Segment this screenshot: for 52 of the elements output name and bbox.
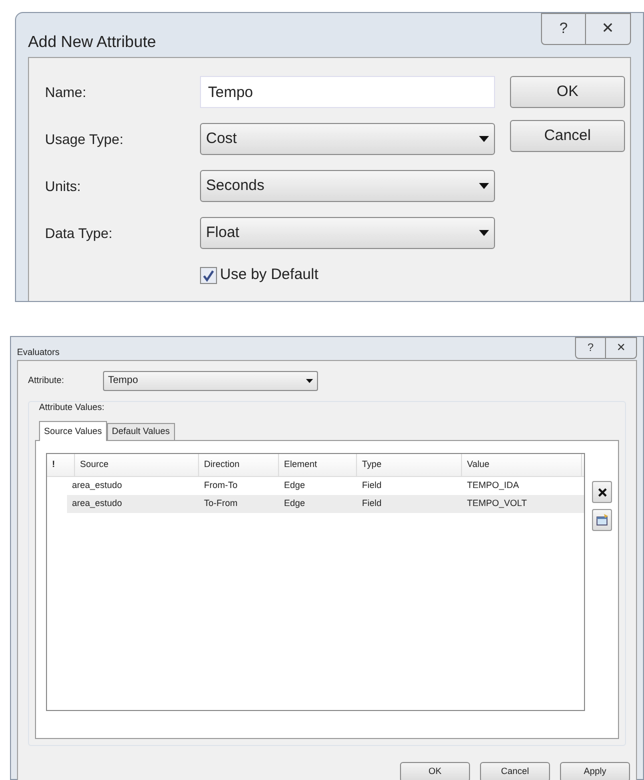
table-cell-text: From-To xyxy=(203,479,238,492)
caret-icon xyxy=(479,230,489,236)
table-cell-text: Field xyxy=(361,497,383,510)
table-cell-text: area_estudo xyxy=(71,497,124,510)
close-icon xyxy=(598,488,606,496)
delete-button[interactable] xyxy=(592,481,612,503)
ok-button[interactable]: OK xyxy=(400,762,470,780)
attribute-dropdown[interactable]: Tempo xyxy=(103,370,318,390)
dropdown[interactable]: Cost xyxy=(200,123,495,155)
column-header[interactable]: Element xyxy=(279,454,357,476)
field-label: Name: xyxy=(45,82,88,102)
table-cell-text: To-From xyxy=(203,497,238,510)
column-header[interactable]: Direction xyxy=(199,454,279,476)
name-field[interactable]: Tempo xyxy=(200,76,495,108)
group-label: Attribute Values: xyxy=(39,400,106,414)
cancel-button[interactable]: Cancel xyxy=(510,120,625,152)
cancel-button[interactable]: Cancel xyxy=(480,762,550,780)
caret-icon xyxy=(479,136,489,142)
table-cell-text: TEMPO_VOLT xyxy=(466,497,528,510)
tab[interactable]: Source Values xyxy=(39,421,107,441)
table-row[interactable]: area_estudo To-From Edge Field TEMPO_VOLT xyxy=(67,495,584,513)
close-button[interactable]: ✕ xyxy=(606,338,636,358)
table-cell-text: Edge xyxy=(283,479,306,492)
apply-button[interactable]: Apply xyxy=(560,762,630,780)
column-header[interactable]: ! xyxy=(47,454,75,476)
window-title: Add New Attribute xyxy=(28,33,156,53)
caret-icon xyxy=(306,378,313,382)
table-row[interactable]: area_estudo From-To Edge Field TEMPO_IDA xyxy=(47,477,584,495)
table-cell-text: area_estudo xyxy=(71,479,124,492)
table-cell-text: Field xyxy=(361,479,383,492)
window-title: Evaluators xyxy=(17,346,60,359)
checkbox[interactable] xyxy=(200,266,217,284)
column-header[interactable]: Source xyxy=(75,454,199,476)
dropdown[interactable]: Seconds xyxy=(200,170,495,202)
column-header[interactable]: Type xyxy=(357,454,462,476)
column-header[interactable]: Value xyxy=(462,454,582,476)
dropdown[interactable]: Float xyxy=(200,217,495,249)
field-label: Data Type: xyxy=(45,224,114,243)
window-icon xyxy=(596,514,608,526)
help-button[interactable]: ? xyxy=(542,14,586,44)
attribute-label: Attribute: xyxy=(28,374,66,387)
properties-button[interactable] xyxy=(592,509,612,531)
field-label: Units: xyxy=(45,176,82,196)
close-button[interactable]: ✕ xyxy=(586,14,630,44)
caret-icon xyxy=(479,183,489,189)
field-label: Usage Type: xyxy=(45,130,124,149)
table-cell-text: TEMPO_IDA xyxy=(466,479,520,492)
help-button[interactable]: ? xyxy=(576,338,606,358)
tab[interactable]: Default Values xyxy=(106,423,175,440)
checkbox-label: Use by Default xyxy=(220,265,318,285)
table-cell-text: Edge xyxy=(283,497,306,510)
ok-button[interactable]: OK xyxy=(510,76,625,108)
